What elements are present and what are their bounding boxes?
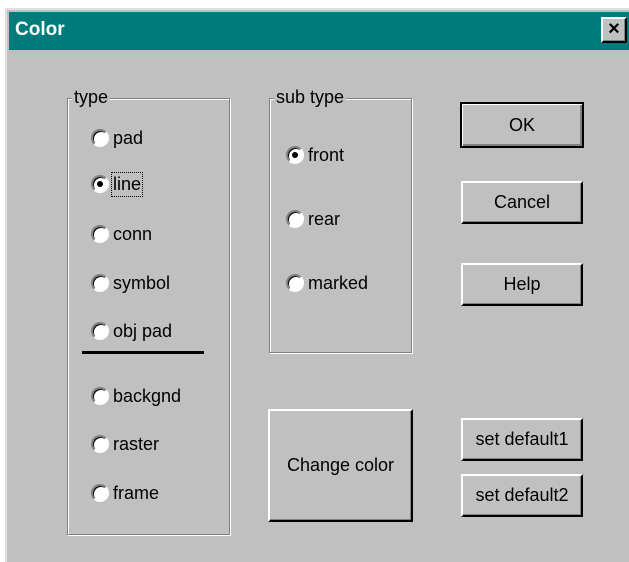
set-default1-button[interactable]: set default1 xyxy=(461,418,583,461)
help-button[interactable]: Help xyxy=(461,263,583,306)
radio-button-checked-icon xyxy=(91,175,109,193)
radio-button-icon xyxy=(91,387,109,405)
radio-button-icon xyxy=(91,129,109,147)
radio-label: obj pad xyxy=(113,320,173,341)
set-default2-button[interactable]: set default2 xyxy=(461,474,583,517)
radio-type-pad[interactable]: pad xyxy=(91,126,143,150)
radio-subtype-marked[interactable]: marked xyxy=(286,271,368,295)
radio-label: conn xyxy=(113,223,153,244)
radio-label: line xyxy=(110,171,144,197)
radio-button-icon xyxy=(91,484,109,502)
ok-button[interactable]: OK xyxy=(460,102,584,148)
type-group: type xyxy=(67,87,230,535)
close-icon: × xyxy=(608,18,620,40)
radio-type-obj-pad[interactable]: obj pad xyxy=(91,319,172,343)
radio-type-symbol[interactable]: symbol xyxy=(91,271,170,295)
radio-button-icon xyxy=(91,435,109,453)
change-color-button[interactable]: Change color xyxy=(268,409,413,522)
radio-label: rear xyxy=(308,208,341,229)
radio-label: raster xyxy=(113,433,160,454)
cancel-button[interactable]: Cancel xyxy=(461,181,583,224)
radio-button-checked-icon xyxy=(286,146,304,164)
subtype-group-label: sub type xyxy=(274,87,347,107)
radio-label: frame xyxy=(113,482,160,503)
title-bar[interactable]: Color × xyxy=(9,12,629,50)
type-group-label: type xyxy=(72,87,111,107)
radio-button-icon xyxy=(91,274,109,292)
type-separator xyxy=(82,351,204,354)
radio-label: backgnd xyxy=(113,385,182,406)
radio-subtype-front[interactable]: front xyxy=(286,143,344,167)
radio-type-line[interactable]: line xyxy=(91,171,144,197)
radio-label: marked xyxy=(308,272,369,293)
radio-subtype-rear[interactable]: rear xyxy=(286,207,340,231)
radio-button-icon xyxy=(286,210,304,228)
radio-label: pad xyxy=(113,127,144,148)
close-button[interactable]: × xyxy=(601,17,627,43)
radio-type-backgnd[interactable]: backgnd xyxy=(91,384,181,408)
radio-type-conn[interactable]: conn xyxy=(91,222,152,246)
radio-label: front xyxy=(308,144,345,165)
dialog-title: Color xyxy=(15,19,65,40)
radio-type-frame[interactable]: frame xyxy=(91,481,159,505)
radio-label: symbol xyxy=(113,272,171,293)
radio-button-icon xyxy=(91,322,109,340)
radio-type-raster[interactable]: raster xyxy=(91,432,159,456)
radio-button-icon xyxy=(286,274,304,292)
radio-button-icon xyxy=(91,225,109,243)
